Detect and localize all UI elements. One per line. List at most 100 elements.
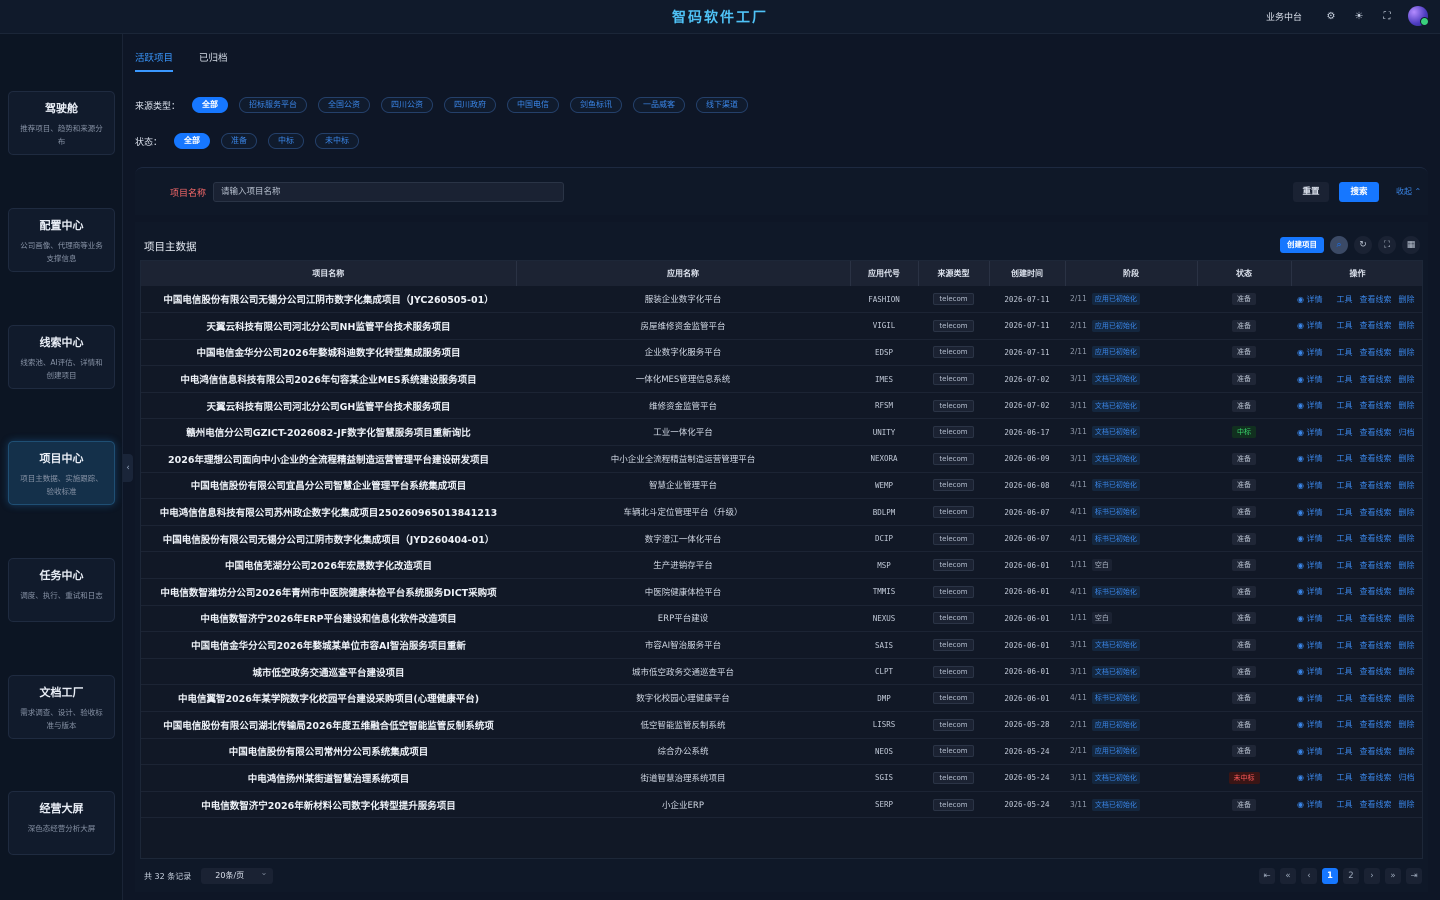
search-button[interactable]: 搜索 [1339, 182, 1379, 202]
source-chip[interactable]: 中国电信 [507, 97, 560, 113]
project-name-cell[interactable]: 2026年理想公司面向中小企业的全流程精益制造运营管理平台建设研发项目 [141, 445, 516, 473]
table-row[interactable]: 中电信数智济宁2026年ERP平台建设和信息化软件改造项目 ERP平台建设 NEXU… [141, 605, 1422, 633]
delete-or-archive-link[interactable]: 删除 [1399, 587, 1415, 596]
tools-link[interactable]: 工具 [1337, 720, 1353, 729]
delete-or-archive-link[interactable]: 删除 [1399, 375, 1415, 384]
view-leads-link[interactable]: 查看线索 [1360, 800, 1392, 809]
delete-or-archive-link[interactable]: 删除 [1399, 348, 1415, 357]
column-header[interactable]: 项目名称 [141, 261, 517, 286]
table-row[interactable]: 中电信数智潍坊分公司2026年青州市中医院健康体检平台系统服务DICT采购项 中医… [141, 578, 1422, 606]
source-chip[interactable]: 线下渠道 [696, 97, 749, 113]
view-leads-link[interactable]: 查看线索 [1360, 295, 1392, 304]
table-row[interactable]: 中国电信金华分公司2026年婺城某单位市容AI智治服务项目重新 市容AI智治服务平… [141, 631, 1422, 659]
sidebar-item-dashboard[interactable]: 经营大屏 深色态经营分析大屏 [8, 791, 115, 855]
prev-page-icon[interactable]: ‹ [1301, 868, 1317, 884]
table-row[interactable]: 城市低空政务交通巡查平台建设项目 城市低空政务交通巡查平台 CLPT telecom 2… [141, 658, 1422, 686]
project-name-cell[interactable]: 中国电信股份有限公司无锡分公司江阴市数字化集成项目（JYD260404-01） [141, 525, 516, 553]
tools-link[interactable]: 工具 [1337, 587, 1353, 596]
project-name-cell[interactable]: 赣州电信分公司GZICT-2026082-JF数字化智慧服务项目重新询比 [141, 418, 516, 447]
sidebar-item-tasks[interactable]: 任务中心 调度、执行、重试和日志 [8, 558, 115, 622]
table-row[interactable]: 中国电信股份有限公司无锡分公司江阴市数字化集成项目（JYC260505-01）服… [141, 286, 1422, 314]
project-name-cell[interactable]: 中国电信股份有限公司宜昌分公司智慧企业管理平台系统集成项目 [141, 472, 516, 500]
detail-link[interactable]: ◉ 详情 [1297, 375, 1330, 384]
column-header[interactable]: 操作 [1291, 261, 1422, 286]
view-leads-link[interactable]: 查看线索 [1360, 773, 1392, 782]
delete-or-archive-link[interactable]: 删除 [1399, 508, 1415, 517]
source-chip[interactable]: 全部 [192, 97, 229, 113]
tools-link[interactable]: 工具 [1337, 321, 1353, 330]
page-button[interactable]: 1 [1322, 868, 1338, 884]
delete-or-archive-link[interactable]: 删除 [1399, 295, 1415, 304]
detail-link[interactable]: ◉ 详情 [1297, 534, 1330, 543]
reset-button[interactable]: 重置 [1293, 182, 1329, 202]
tools-link[interactable]: 工具 [1337, 534, 1353, 543]
table-row[interactable]: 中国电信股份有限公司常州分公司系统集成项目 综合办公系统 NEOS telecom 20… [141, 738, 1422, 766]
view-leads-link[interactable]: 查看线索 [1360, 401, 1392, 410]
delete-or-archive-link[interactable]: 归档 [1399, 428, 1415, 437]
fullscreen-icon[interactable]: ⛶ [1378, 236, 1396, 254]
collapse-filter-link[interactable]: 收起 ⌃ [1396, 186, 1421, 197]
detail-link[interactable]: ◉ 详情 [1297, 720, 1330, 729]
source-chip[interactable]: 四川政府 [444, 97, 497, 113]
prev-group-icon[interactable]: « [1280, 868, 1296, 884]
source-chip[interactable]: 一品威客 [633, 97, 686, 113]
view-leads-link[interactable]: 查看线索 [1360, 454, 1392, 463]
source-chip[interactable]: 全国公资 [318, 97, 371, 113]
detail-link[interactable]: ◉ 详情 [1297, 694, 1330, 703]
delete-or-archive-link[interactable]: 删除 [1399, 694, 1415, 703]
delete-or-archive-link[interactable]: 归档 [1399, 773, 1415, 782]
table-row[interactable]: 天翼云科技有限公司河北分公司NH监管平台技术服务项目 房屋维修资金监管平台 VIGI… [141, 312, 1422, 340]
tools-link[interactable]: 工具 [1337, 454, 1353, 463]
sidebar-item-config[interactable]: 配置中心 公司画像、代理商等业务支撑信息 [8, 208, 115, 272]
detail-link[interactable]: ◉ 详情 [1297, 401, 1330, 410]
view-leads-link[interactable]: 查看线索 [1360, 561, 1392, 570]
table-row[interactable]: 中国电信股份有限公司无锡分公司江阴市数字化集成项目（JYD260404-01）数… [141, 525, 1422, 553]
table-row[interactable]: 2026年理想公司面向中小企业的全流程精益制造运营管理平台建设研发项目 中小企业全… [141, 445, 1422, 473]
delete-or-archive-link[interactable]: 删除 [1399, 800, 1415, 809]
table-row[interactable]: 中电鸿信信息科技有限公司2026年句容某企业MES系统建设服务项目 一体化MES管… [141, 365, 1422, 393]
page-size-select[interactable]: 20条/页 [201, 865, 274, 884]
table-row[interactable]: 中国电信芜湖分公司2026年宏晟数字化改造项目 生产进销存平台 MSP telecom… [141, 551, 1422, 580]
page-button[interactable]: 2 [1343, 868, 1359, 884]
tools-link[interactable]: 工具 [1337, 508, 1353, 517]
delete-or-archive-link[interactable]: 删除 [1399, 667, 1415, 676]
detail-link[interactable]: ◉ 详情 [1297, 667, 1330, 676]
tools-link[interactable]: 工具 [1337, 401, 1353, 410]
status-chip[interactable]: 中标 [268, 133, 305, 149]
column-settings-icon[interactable]: ▦ [1402, 236, 1420, 254]
next-group-icon[interactable]: » [1385, 868, 1401, 884]
table-row[interactable]: 中国电信金华分公司2026年婺城科迪数字化转型集成服务项目 企业数字化服务平台 ED… [141, 339, 1422, 367]
delete-or-archive-link[interactable]: 删除 [1399, 614, 1415, 623]
view-leads-link[interactable]: 查看线索 [1360, 508, 1392, 517]
tools-link[interactable]: 工具 [1337, 694, 1353, 703]
tools-link[interactable]: 工具 [1337, 428, 1353, 437]
avatar[interactable] [1408, 6, 1429, 26]
sidebar-item-docs[interactable]: 文档工厂 需求调查、设计、验收标准与版本 [8, 675, 115, 739]
project-name-cell[interactable]: 中国电信股份有限公司无锡分公司江阴市数字化集成项目（JYC260505-01） [141, 286, 516, 314]
view-leads-link[interactable]: 查看线索 [1360, 667, 1392, 676]
sidebar-item-projects[interactable]: 项目中心 项目主数据、实施跟踪、验收标准 [8, 441, 115, 505]
tools-link[interactable]: 工具 [1337, 481, 1353, 490]
project-name-input[interactable]: 请输入项目名称 [213, 182, 564, 202]
search-icon[interactable]: ⌕ [1330, 236, 1348, 254]
tools-link[interactable]: 工具 [1337, 561, 1353, 570]
project-name-cell[interactable]: 中国电信股份有限公司常州分公司系统集成项目 [141, 738, 516, 766]
next-page-icon[interactable]: › [1364, 868, 1380, 884]
project-name-cell[interactable]: 中国电信金华分公司2026年婺城某单位市容AI智治服务项目重新 [141, 631, 516, 659]
sidebar-item-cockpit[interactable]: 驾驶舱 推荐项目、趋势和来源分布 [8, 91, 115, 155]
project-name-cell[interactable]: 中国电信芜湖分公司2026年宏晟数字化改造项目 [141, 551, 516, 580]
column-header[interactable]: 创建时间 [989, 261, 1066, 286]
view-leads-link[interactable]: 查看线索 [1360, 747, 1392, 756]
column-header[interactable]: 阶段 [1065, 261, 1198, 286]
view-leads-link[interactable]: 查看线索 [1360, 375, 1392, 384]
column-header[interactable]: 应用名称 [516, 261, 851, 286]
table-row[interactable]: 中国电信股份有限公司宜昌分公司智慧企业管理平台系统集成项目 智慧企业管理平台 WEM… [141, 472, 1422, 500]
view-leads-link[interactable]: 查看线索 [1360, 481, 1392, 490]
delete-or-archive-link[interactable]: 删除 [1399, 641, 1415, 650]
gear-icon[interactable]: ⚙ [1324, 9, 1338, 23]
sidebar-collapse-chevron-icon[interactable]: ‹ [123, 454, 133, 482]
status-chip[interactable]: 未中标 [315, 133, 360, 149]
view-leads-link[interactable]: 查看线索 [1360, 694, 1392, 703]
status-chip[interactable]: 准备 [221, 133, 258, 149]
source-chip[interactable]: 剑鱼标讯 [570, 97, 623, 113]
